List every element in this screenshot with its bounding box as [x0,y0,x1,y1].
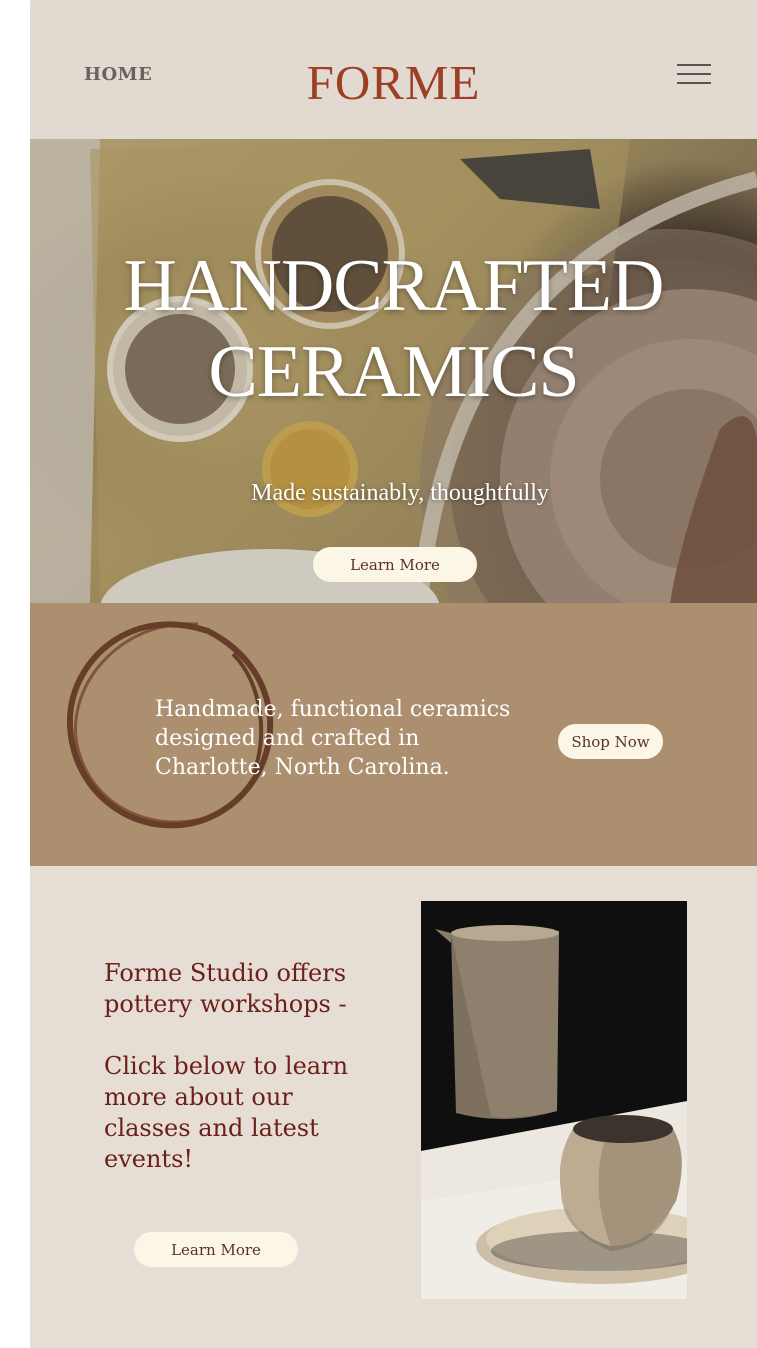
hero-subtitle: Made sustainably, thoughtfully [251,480,549,506]
ceramics-illustration [421,901,687,1299]
workshops-cta-text: Click below to learn more about our clas… [104,1052,349,1173]
ceramic-pitcher-and-cup-photo [421,901,687,1299]
shop-now-button[interactable]: Shop Now [558,724,663,759]
hamburger-menu-icon[interactable] [677,64,711,86]
hero-learn-more-button[interactable]: Learn More [313,547,477,582]
site-header: HOME FORME [30,0,757,139]
brand-logo[interactable]: FORME [30,54,757,111]
hero-section: HANDCRAFTED CERAMICS Made sustainably, t… [30,139,757,603]
workshops-learn-more-button[interactable]: Learn More [134,1232,298,1267]
about-text: Handmade, functional ceramics designed a… [155,697,511,780]
page: HOME FORME HANDCRAFTED CERAMICS Made sus… [30,0,757,1348]
about-band: Handmade, functional ceramics designed a… [30,603,757,866]
workshops-section: Forme Studio offers pottery workshops - … [30,866,757,1348]
hero-title-line1: HANDCRAFTED [123,245,665,327]
workshops-intro: Forme Studio offers pottery workshops - [104,959,347,1018]
workshops-text: Forme Studio offers pottery workshops - … [104,958,374,1175]
hero-title: HANDCRAFTED CERAMICS [30,243,757,415]
hero-title-line2: CERAMICS [208,331,579,413]
